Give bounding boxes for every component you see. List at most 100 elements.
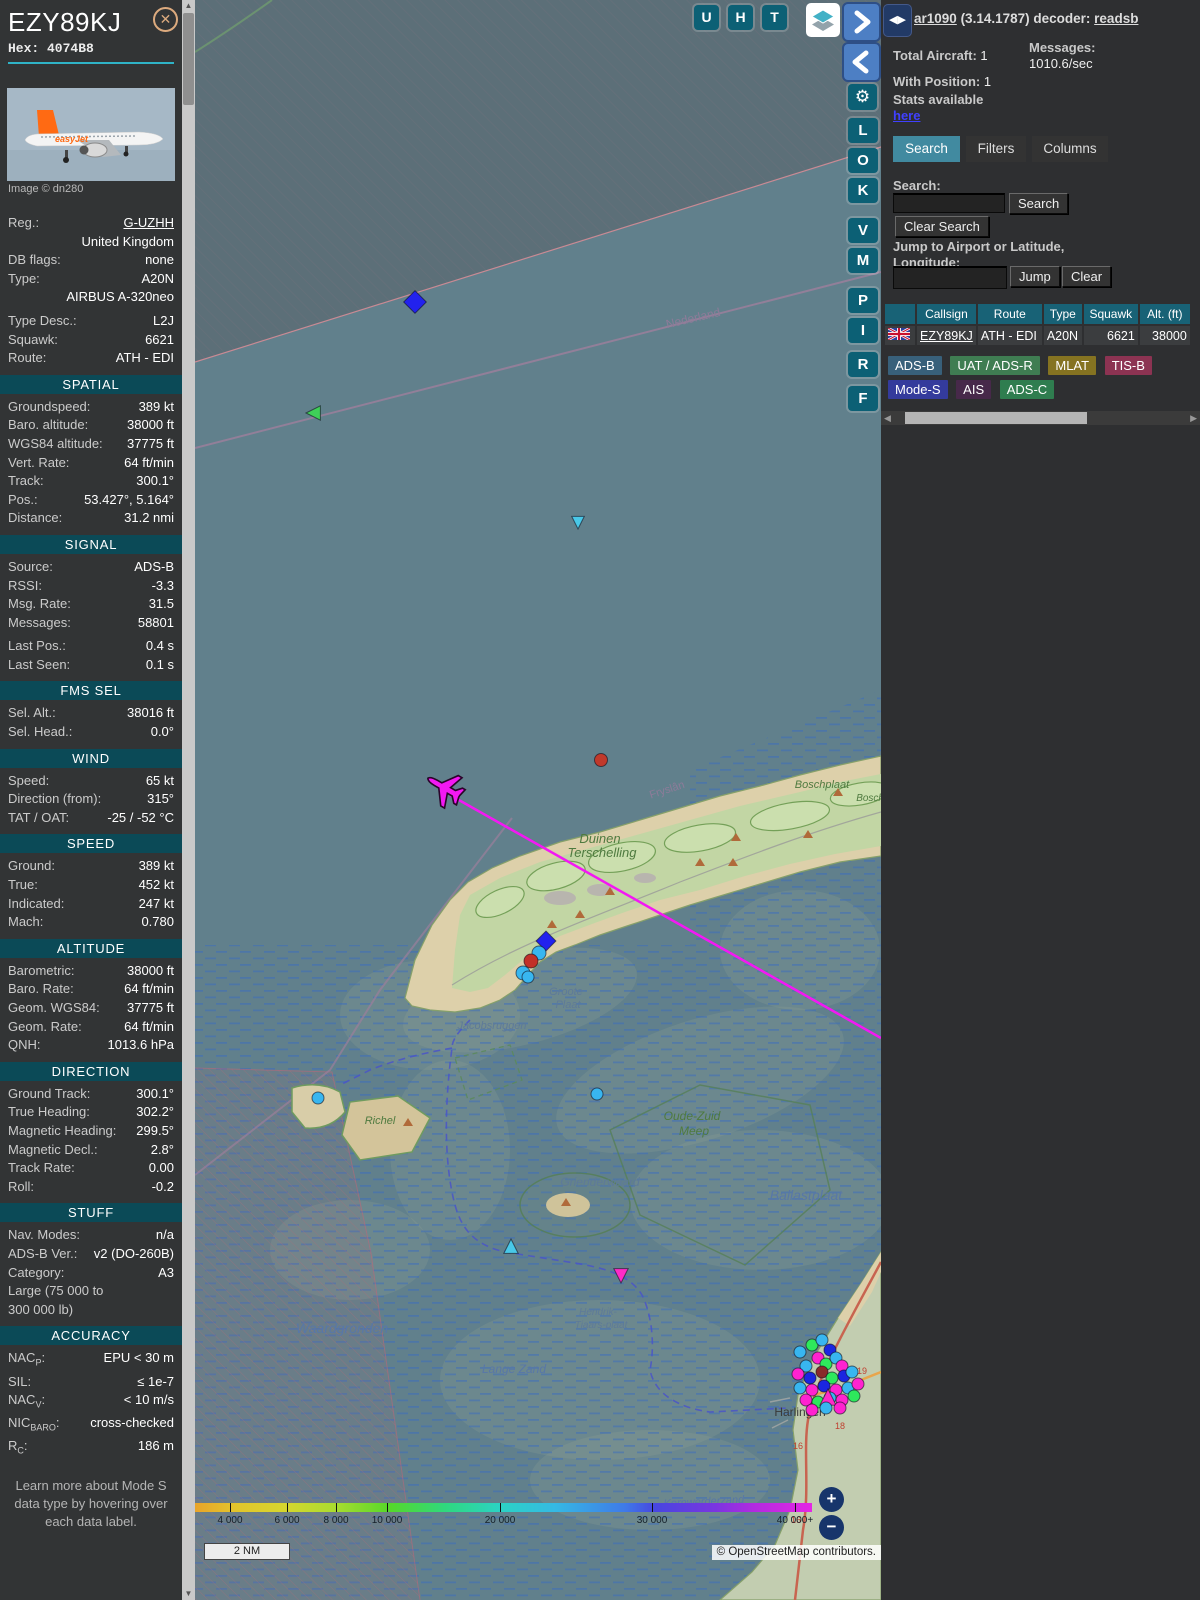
close-icon[interactable]: ✕ — [153, 7, 178, 32]
filter-mlat[interactable]: MLAT — [1048, 356, 1097, 375]
map-button-V[interactable]: V — [848, 218, 878, 243]
app-link[interactable]: ar1090 — [914, 11, 957, 26]
map-button-I[interactable]: I — [848, 318, 878, 343]
map-marker-dot[interactable] — [847, 1389, 861, 1403]
map-marker-dot[interactable] — [523, 953, 539, 969]
flag-column-header[interactable] — [885, 304, 915, 324]
scroll-right-icon[interactable]: ▶ — [1190, 411, 1197, 425]
scroll-left-icon[interactable]: ◀ — [884, 411, 891, 425]
tab-columns[interactable]: Columns — [1032, 136, 1108, 162]
filter-tisb[interactable]: TIS-B — [1104, 356, 1152, 375]
map-marker-dot[interactable] — [793, 1345, 807, 1359]
clear-search-button[interactable]: Clear Search — [895, 216, 989, 237]
sidebar-scrollbar-thumb[interactable] — [183, 13, 194, 105]
map[interactable]: NederlandFryslânBoschplaatBoschplDuinenT… — [195, 0, 881, 1600]
map-button-T[interactable]: T — [762, 5, 787, 30]
data-row: ADS-B Ver.: v2 (DO-260B) — [8, 1245, 174, 1261]
zoom-in-button[interactable]: + — [819, 1487, 844, 1512]
map-marker-dot[interactable] — [845, 1365, 859, 1379]
data-row: Ground Track: 300.1° — [8, 1085, 174, 1101]
scroll-up-icon[interactable]: ▲ — [182, 0, 195, 12]
data-row: Barometric: 38000 ft — [8, 962, 174, 978]
callsign-column-header[interactable]: Callsign — [917, 304, 976, 324]
zoom-out-button[interactable]: − — [819, 1515, 844, 1540]
type-column-header[interactable]: Type — [1043, 304, 1082, 324]
legend-tick-label: 4 000 — [217, 1515, 243, 1526]
jump-clear-button[interactable]: Clear — [1062, 266, 1112, 287]
layer-switcher-button[interactable] — [806, 3, 840, 37]
map-marker-dot[interactable] — [803, 1371, 817, 1385]
tab-search[interactable]: Search — [893, 136, 960, 162]
map-marker-dot[interactable] — [791, 1367, 805, 1381]
map-attribution[interactable]: © OpenStreetMap contributors. — [711, 1545, 881, 1560]
map-button-U[interactable]: U — [694, 5, 719, 30]
filter-ais[interactable]: AIS — [956, 380, 992, 399]
data-row: Msg. Rate: 31.5 — [8, 596, 174, 612]
legend-tick — [287, 1503, 288, 1512]
map-button-K[interactable]: K — [848, 178, 878, 203]
map-marker-dot[interactable] — [590, 1087, 604, 1101]
panel-collapse-left-button[interactable] — [842, 42, 881, 82]
decoder-label: decoder: — [1033, 11, 1091, 26]
settings-button[interactable]: ⚙ — [848, 84, 877, 110]
map-button-F[interactable]: F — [848, 386, 878, 411]
data-row: Ground: 389 kt — [8, 858, 174, 874]
map-marker-dot[interactable] — [594, 753, 608, 767]
jump-input[interactable] — [893, 266, 1007, 289]
search-input[interactable] — [893, 193, 1005, 213]
map-button-R[interactable]: R — [848, 352, 878, 377]
filter-modes[interactable]: Mode-S — [888, 380, 948, 399]
map-button-L[interactable]: L — [848, 118, 878, 143]
panel-expand-button[interactable] — [842, 2, 881, 42]
legend-tick — [652, 1503, 653, 1512]
panel-scrollbar-thumb[interactable] — [905, 412, 1087, 424]
map-label: 18 — [835, 1421, 845, 1431]
aircraft-info-rows: Reg.: G-UZHH United Kingdom DB flags: none Ty… — [0, 214, 182, 368]
filter-adsb[interactable]: ADS-B — [888, 356, 942, 375]
alt-column-header[interactable]: Alt. (ft) — [1139, 304, 1190, 324]
legend-tick-label: 40 000+ — [776, 1515, 814, 1526]
map-button-H[interactable]: H — [728, 5, 753, 30]
legend-tick-label: 8 000 — [323, 1515, 349, 1526]
panel-toggle-button[interactable]: ◀▶ — [883, 4, 912, 37]
data-sections: SPATIAL Groundspeed: 389 kt Baro. altitude:… — [0, 374, 182, 1461]
map-marker-dot[interactable] — [833, 1401, 847, 1415]
map-label: Grienderwaard — [560, 1175, 640, 1189]
info-value: L2J — [153, 312, 174, 328]
search-label: Search: — [893, 178, 941, 193]
scroll-down-icon[interactable]: ▼ — [182, 1588, 195, 1600]
sidebar-scrollbar[interactable]: ▲ ▼ — [182, 0, 195, 1600]
filter-uat-adsr[interactable]: UAT / ADS-R — [950, 356, 1040, 375]
jump-button[interactable]: Jump — [1010, 266, 1060, 287]
data-row: NICBARO: cross-checked — [8, 1415, 174, 1433]
filter-adsc[interactable]: ADS-C — [999, 380, 1055, 399]
map-marker-dot[interactable] — [311, 1091, 325, 1105]
table-row[interactable]: EZY89KJ ATH - EDI A20N 6621 38000 — [885, 326, 1190, 345]
stats-here-link[interactable]: here — [893, 108, 920, 123]
map-marker-dot[interactable] — [805, 1403, 819, 1417]
data-row: Source: ADS-B — [8, 558, 174, 574]
info-value: United Kingdom — [81, 233, 175, 249]
registration-link[interactable]: G-UZHH — [39, 214, 174, 233]
map-marker-dot[interactable] — [819, 1401, 833, 1415]
map-marker-dot[interactable] — [521, 970, 535, 984]
table-callsign-link[interactable]: EZY89KJ — [920, 329, 973, 343]
data-row: Speed: 65 kt — [8, 772, 174, 788]
map-button-M[interactable]: M — [848, 248, 878, 273]
tab-filters[interactable]: Filters — [966, 136, 1026, 162]
data-row: SIL: ≤ 1e-7 — [8, 1373, 174, 1389]
map-button-O[interactable]: O — [848, 148, 878, 173]
map-button-P[interactable]: P — [848, 288, 878, 313]
map-marker-dot[interactable] — [793, 1381, 807, 1395]
aircraft-photo[interactable]: easyJet — [7, 88, 176, 181]
search-button[interactable]: Search — [1009, 193, 1069, 214]
route-column-header[interactable]: Route — [977, 304, 1042, 324]
legend-tick-label: 10 000 — [371, 1515, 403, 1526]
panel-horizontal-scrollbar[interactable]: ◀ ▶ — [881, 411, 1200, 425]
decoder-link[interactable]: readsb — [1094, 11, 1138, 26]
squawk-column-header[interactable]: Squawk — [1083, 304, 1138, 324]
map-marker-dot[interactable] — [815, 1333, 829, 1347]
map-marker-dot[interactable] — [851, 1377, 865, 1391]
section-header: SPATIAL — [0, 374, 182, 394]
map-label: Meep — [679, 1124, 709, 1138]
